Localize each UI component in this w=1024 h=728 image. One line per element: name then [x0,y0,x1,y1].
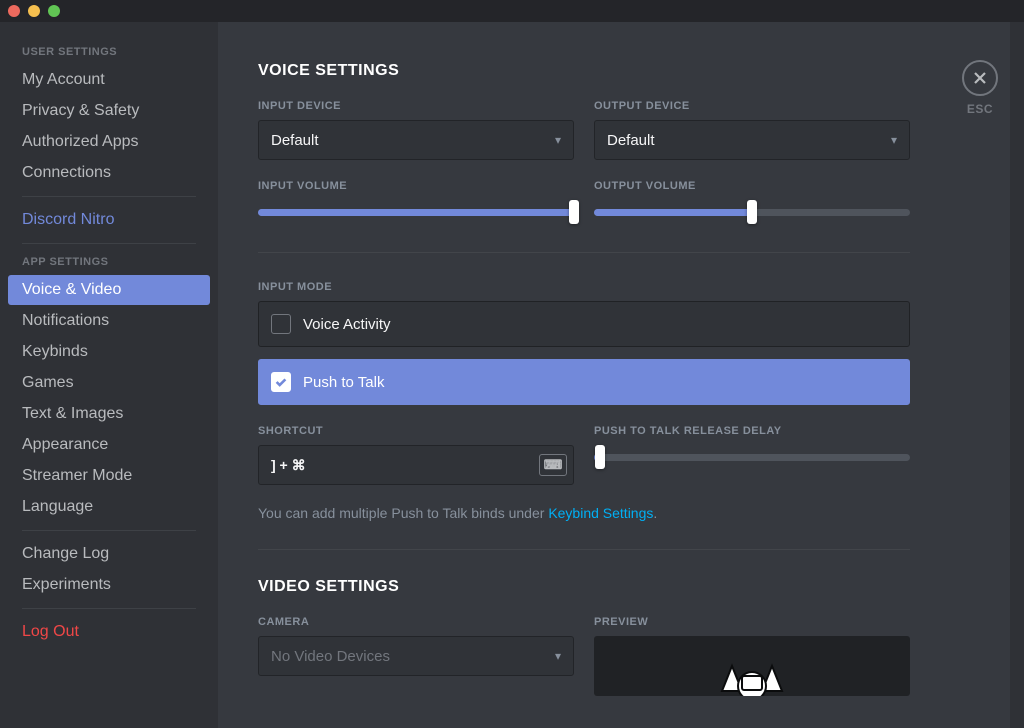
shortcut-label: SHORTCUT [258,425,574,437]
chevron-down-icon: ▾ [891,133,897,147]
camera-preview [594,636,910,696]
window-close-dot[interactable] [8,5,20,17]
sidebar-item-keybinds[interactable]: Keybinds [8,337,210,367]
sidebar-item-experiments[interactable]: Experiments [8,570,210,600]
scrollbar-gutter [1010,22,1024,728]
shortcut-input[interactable]: ] + ⌘ ⌨ [258,445,574,485]
keybind-settings-link[interactable]: Keybind Settings [548,505,653,521]
sidebar-item-games[interactable]: Games [8,368,210,398]
section-divider [258,549,910,550]
sidebar-item-appearance[interactable]: Appearance [8,430,210,460]
output-device-select[interactable]: Default ▾ [594,120,910,160]
sidebar-item-streamer-mode[interactable]: Streamer Mode [8,461,210,491]
sidebar-item-logout[interactable]: Log Out [8,617,210,647]
window-maximize-dot[interactable] [48,5,60,17]
video-settings-title: VIDEO SETTINGS [258,578,910,596]
settings-content: VOICE SETTINGS INPUT DEVICE Default ▾ OU… [218,22,950,728]
input-device-select[interactable]: Default ▾ [258,120,574,160]
esc-label: ESC [967,102,993,116]
keyboard-icon: ⌨ [539,454,567,476]
output-volume-label: OUTPUT VOLUME [594,180,910,192]
sidebar-item-connections[interactable]: Connections [8,158,210,188]
output-volume-slider[interactable] [594,200,910,224]
input-volume-slider[interactable] [258,200,574,224]
sidebar-separator [22,530,196,531]
sidebar-item-notifications[interactable]: Notifications [8,306,210,336]
input-device-value: Default [271,132,319,149]
settings-sidebar: USER SETTINGS My Account Privacy & Safet… [0,22,218,728]
sidebar-item-voice-video[interactable]: Voice & Video [8,275,210,305]
shortcut-value: ] + ⌘ [271,457,306,474]
close-icon [972,70,988,86]
camera-label: CAMERA [258,616,574,628]
output-device-label: OUTPUT DEVICE [594,100,910,112]
voice-activity-label: Voice Activity [303,316,391,333]
chevron-down-icon: ▾ [555,649,561,663]
window-minimize-dot[interactable] [28,5,40,17]
push-to-talk-label: Push to Talk [303,374,384,391]
camera-placeholder-icon [712,646,792,696]
input-device-label: INPUT DEVICE [258,100,574,112]
sidebar-item-my-account[interactable]: My Account [8,65,210,95]
section-divider [258,252,910,253]
sidebar-header-user: USER SETTINGS [8,42,210,64]
checkbox-icon [271,372,291,392]
release-delay-slider[interactable] [594,445,910,469]
voice-settings-title: VOICE SETTINGS [258,62,910,80]
sidebar-separator [22,243,196,244]
sidebar-separator [22,196,196,197]
sidebar-separator [22,608,196,609]
sidebar-item-privacy[interactable]: Privacy & Safety [8,96,210,126]
sidebar-item-nitro[interactable]: Discord Nitro [8,205,210,235]
input-mode-push-to-talk[interactable]: Push to Talk [258,359,910,405]
window-titlebar [0,0,1024,22]
preview-label: PREVIEW [594,616,910,628]
sidebar-item-text-images[interactable]: Text & Images [8,399,210,429]
release-delay-label: PUSH TO TALK RELEASE DELAY [594,425,910,437]
keybind-hint: You can add multiple Push to Talk binds … [258,505,910,521]
sidebar-item-change-log[interactable]: Change Log [8,539,210,569]
output-device-value: Default [607,132,655,149]
sidebar-item-authorized-apps[interactable]: Authorized Apps [8,127,210,157]
input-volume-label: INPUT VOLUME [258,180,574,192]
camera-value: No Video Devices [271,648,390,665]
chevron-down-icon: ▾ [555,133,561,147]
input-mode-label: INPUT MODE [258,281,910,293]
input-mode-voice-activity[interactable]: Voice Activity [258,301,910,347]
close-settings-button[interactable] [962,60,998,96]
camera-select[interactable]: No Video Devices ▾ [258,636,574,676]
sidebar-header-app: APP SETTINGS [8,252,210,274]
checkbox-icon [271,314,291,334]
sidebar-item-language[interactable]: Language [8,492,210,522]
